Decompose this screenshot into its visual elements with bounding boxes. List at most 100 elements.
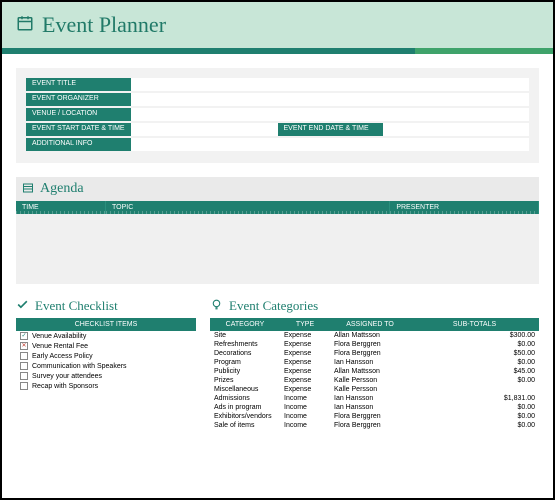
category-row[interactable]: SiteExpenseAllan Mattsson$300.00 <box>210 331 539 340</box>
checklist-item-label: Survey your attendees <box>32 373 102 380</box>
agenda-col-topic: TOPIC <box>106 201 390 214</box>
checklist-body: ✓ Venue Availability ✕ Venue Rental Fee Earl… <box>16 331 196 391</box>
checkbox[interactable]: ✕ <box>20 342 28 350</box>
cell-category: Miscellaneous <box>210 386 280 393</box>
cell-assigned: Kalle Persson <box>330 386 410 393</box>
cell-category: Exhibitors/vendors <box>210 413 280 420</box>
cell-subtotal <box>410 386 539 393</box>
cell-subtotal: $0.00 <box>410 341 539 348</box>
event-organizer-input[interactable] <box>131 93 529 106</box>
categories-col-category: CATEGORY <box>210 318 280 331</box>
checklist-table-header: CHECKLIST ITEMS <box>16 318 196 331</box>
cell-subtotal: $0.00 <box>410 359 539 366</box>
cell-subtotal: $0.00 <box>410 422 539 429</box>
cell-type: Income <box>280 422 330 429</box>
checklist-item-label: Early Access Policy <box>32 353 93 360</box>
categories-table-header: CATEGORY TYPE ASSIGNED TO SUB-TOTALS <box>210 318 539 331</box>
checklist-item-label: Communication with Speakers <box>32 363 127 370</box>
checklist-row[interactable]: Survey your attendees <box>16 371 196 381</box>
checklist-row[interactable]: ✓ Venue Availability <box>16 331 196 341</box>
checklist-section: Event Checklist CHECKLIST ITEMS ✓ Venue A… <box>16 298 196 430</box>
agenda-col-time: TIME <box>16 201 106 214</box>
cell-category: Site <box>210 332 280 339</box>
cell-type: Expense <box>280 368 330 375</box>
category-row[interactable]: Exhibitors/vendorsIncomeFlora Berggren$0… <box>210 412 539 421</box>
category-row[interactable]: MiscellaneousExpenseKalle Persson <box>210 385 539 394</box>
cell-type: Expense <box>280 359 330 366</box>
cell-assigned: Flora Berggren <box>330 350 410 357</box>
start-date-label: EVENT START DATE & TIME <box>26 123 131 136</box>
cell-type: Income <box>280 395 330 402</box>
agenda-col-presenter: PRESENTER <box>390 201 539 214</box>
cell-assigned: Allan Mattsson <box>330 368 410 375</box>
cell-type: Expense <box>280 332 330 339</box>
checklist-row[interactable]: Early Access Policy <box>16 351 196 361</box>
categories-heading: Event Categories <box>229 298 318 314</box>
checklist-row[interactable]: Communication with Speakers <box>16 361 196 371</box>
categories-section: Event Categories CATEGORY TYPE ASSIGNED … <box>210 298 539 430</box>
category-row[interactable]: DecorationsExpenseFlora Berggren$50.00 <box>210 349 539 358</box>
cell-category: Ads in program <box>210 404 280 411</box>
event-details-panel: EVENT TITLE EVENT ORGANIZER VENUE / LOCA… <box>16 68 539 163</box>
event-title-input[interactable] <box>131 78 529 91</box>
cell-type: Expense <box>280 377 330 384</box>
category-row[interactable]: ProgramExpenseIan Hansson$0.00 <box>210 358 539 367</box>
cell-category: Decorations <box>210 350 280 357</box>
start-date-input[interactable] <box>131 123 278 136</box>
event-title-label: EVENT TITLE <box>26 78 131 91</box>
category-row[interactable]: PrizesExpenseKalle Persson$0.00 <box>210 376 539 385</box>
agenda-section-header: Agenda <box>16 177 539 201</box>
cell-assigned: Allan Mattsson <box>330 332 410 339</box>
agenda-icon <box>22 182 34 197</box>
checkbox[interactable]: ✓ <box>20 332 28 340</box>
category-row[interactable]: RefreshmentsExpenseFlora Berggren$0.00 <box>210 340 539 349</box>
category-row[interactable]: PublicityExpenseAllan Mattsson$45.00 <box>210 367 539 376</box>
cell-subtotal: $50.00 <box>410 350 539 357</box>
venue-input[interactable] <box>131 108 529 121</box>
cell-subtotal: $45.00 <box>410 368 539 375</box>
end-date-label: EVENT END DATE & TIME <box>278 123 383 136</box>
cell-subtotal: $0.00 <box>410 377 539 384</box>
venue-label: VENUE / LOCATION <box>26 108 131 121</box>
category-row[interactable]: AdmissionsIncomeIan Hansson$1,831.00 <box>210 394 539 403</box>
category-row[interactable]: Sale of itemsIncomeFlora Berggren$0.00 <box>210 421 539 430</box>
checklist-row[interactable]: ✕ Venue Rental Fee <box>16 341 196 351</box>
additional-info-input[interactable] <box>131 138 529 151</box>
bulb-icon <box>210 298 223 314</box>
cell-type: Expense <box>280 341 330 348</box>
checklist-col-items: CHECKLIST ITEMS <box>16 318 196 331</box>
cell-category: Prizes <box>210 377 280 384</box>
checklist-row[interactable]: Recap with Sponsors <box>16 381 196 391</box>
additional-info-label: ADDITIONAL INFO <box>26 138 131 151</box>
categories-body: SiteExpenseAllan Mattsson$300.00Refreshm… <box>210 331 539 430</box>
cell-assigned: Flora Berggren <box>330 413 410 420</box>
checkbox[interactable] <box>20 372 28 380</box>
cell-subtotal: $0.00 <box>410 413 539 420</box>
cell-subtotal: $300.00 <box>410 332 539 339</box>
cell-category: Sale of items <box>210 422 280 429</box>
cell-category: Program <box>210 359 280 366</box>
checkbox[interactable] <box>20 352 28 360</box>
checkbox[interactable] <box>20 382 28 390</box>
end-date-input[interactable] <box>383 123 530 136</box>
checklist-item-label: Venue Rental Fee <box>32 343 88 350</box>
cell-assigned: Flora Berggren <box>330 341 410 348</box>
cell-assigned: Ian Hansson <box>330 404 410 411</box>
cell-assigned: Ian Hansson <box>330 359 410 366</box>
checklist-item-label: Venue Availability <box>32 333 86 340</box>
checkbox[interactable] <box>20 362 28 370</box>
cell-assigned: Flora Berggren <box>330 422 410 429</box>
categories-col-subtotals: SUB-TOTALS <box>410 318 539 331</box>
check-icon <box>16 298 29 314</box>
agenda-table-body[interactable] <box>16 214 539 284</box>
cell-category: Publicity <box>210 368 280 375</box>
cell-assigned: Kalle Persson <box>330 377 410 384</box>
category-row[interactable]: Ads in programIncomeIan Hansson$0.00 <box>210 403 539 412</box>
categories-col-type: TYPE <box>280 318 330 331</box>
cell-subtotal: $0.00 <box>410 404 539 411</box>
event-organizer-label: EVENT ORGANIZER <box>26 93 131 106</box>
cell-assigned: Ian Hansson <box>330 395 410 402</box>
agenda-table-header: TIME TOPIC PRESENTER <box>16 201 539 214</box>
checklist-heading: Event Checklist <box>35 298 118 314</box>
categories-col-assigned: ASSIGNED TO <box>330 318 410 331</box>
